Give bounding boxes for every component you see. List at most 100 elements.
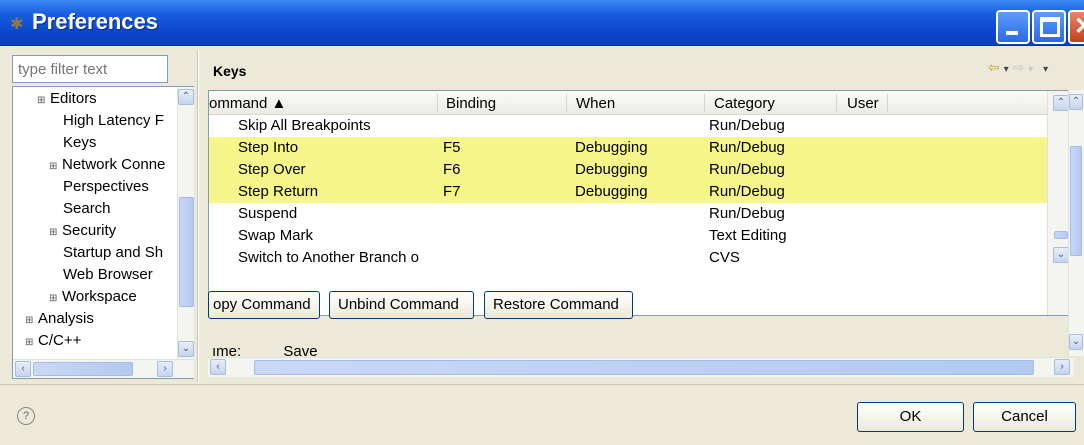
column-header-when[interactable]: When [576, 95, 615, 112]
cell-command: Step Over [238, 161, 306, 178]
forward-menu-icon[interactable]: ▾ [1028, 64, 1033, 75]
tree-item-label: Keys [63, 134, 97, 151]
filter-input[interactable] [12, 55, 168, 83]
cell-when: Debugging [575, 139, 648, 156]
view-menu-icon[interactable]: ▾ [1043, 64, 1048, 75]
minimize-button[interactable] [996, 10, 1030, 44]
scrollbar-thumb[interactable] [179, 197, 194, 307]
tree-item-high-latency[interactable]: High Latency F [63, 112, 173, 134]
panel-divider[interactable] [197, 50, 199, 382]
cell-command: Suspend [238, 205, 298, 222]
tree-item-web-browser[interactable]: Web Browser [63, 266, 153, 288]
forward-arrow-icon[interactable]: ⇨ [1013, 59, 1025, 75]
cell-command: Switch to Another Branch o [238, 249, 419, 266]
scroll-down-button[interactable]: ⌄ [178, 341, 194, 357]
page-horizontal-scrollbar[interactable]: ‹ › [208, 357, 1074, 377]
tree-vertical-scrollbar[interactable]: ⌃ ⌄ [177, 87, 194, 359]
tree-item-label: Startup and Sh [63, 244, 164, 261]
column-separator[interactable] [887, 94, 888, 112]
scroll-left-button[interactable]: ‹ [15, 361, 31, 377]
scrollbar-thumb[interactable] [33, 362, 133, 376]
scroll-up-button[interactable]: ⌃ [178, 89, 194, 105]
tree-item-label: C/C++ [38, 332, 82, 349]
tree-item-label: Web Browser [63, 266, 153, 283]
close-button[interactable]: ✕ [1068, 10, 1084, 44]
column-separator[interactable] [437, 94, 438, 112]
scroll-left-button[interactable]: ‹ [210, 359, 226, 375]
back-arrow-icon[interactable]: ⇦ [988, 59, 1000, 75]
table-row[interactable]: Switch to Another Branch o CVS [209, 247, 1047, 269]
tree-item-cpp[interactable]: ⊞ C/C++ [25, 332, 81, 354]
unbind-command-button[interactable]: Unbind Command [329, 291, 474, 319]
column-header-command[interactable]: ommand ▲ [209, 95, 286, 112]
tree-item-startup[interactable]: Startup and Sh [63, 244, 173, 266]
cell-category: Run/Debug [709, 117, 785, 134]
tree-item-network-connections[interactable]: ⊞ Network Conne [49, 156, 173, 178]
table-header: ommand ▲ Binding When Category User [209, 91, 1073, 115]
scrollbar-thumb[interactable] [1054, 231, 1068, 239]
cell-when: Debugging [575, 183, 648, 200]
expand-icon[interactable]: ⊞ [37, 95, 47, 106]
copy-command-button[interactable]: opy Command [208, 291, 320, 319]
window-title: Preferences [32, 9, 158, 34]
back-menu-icon[interactable]: ▾ [1004, 64, 1009, 75]
expand-icon[interactable]: ⊞ [49, 161, 59, 172]
column-header-binding[interactable]: Binding [446, 95, 496, 112]
table-row[interactable]: Step Return F7 Debugging Run/Debug [209, 181, 1047, 203]
cell-command: Step Return [238, 183, 319, 200]
cell-category: Run/Debug [709, 205, 785, 222]
scroll-down-button[interactable]: ⌄ [1069, 334, 1083, 350]
table-row[interactable]: Skip All Breakpoints Run/Debug [209, 115, 1047, 137]
ok-button[interactable]: OK [857, 402, 964, 432]
tree-item-label: Network Conne [62, 156, 166, 173]
cell-command: Step Into [238, 139, 299, 156]
tree-item-search[interactable]: Search [63, 200, 111, 222]
expand-icon[interactable]: ⊞ [49, 227, 59, 238]
tree-item-workspace[interactable]: ⊞ Workspace [49, 288, 137, 310]
table-row[interactable]: Swap Mark Text Editing [209, 225, 1047, 247]
page-title: Keys [213, 63, 247, 79]
expand-icon[interactable]: ⊞ [25, 337, 35, 348]
expand-icon[interactable]: ⊞ [49, 293, 59, 304]
column-header-user[interactable]: User [847, 95, 879, 112]
tree-item-perspectives[interactable]: Perspectives [63, 178, 149, 200]
tree-item-security[interactable]: ⊞ Security [49, 222, 116, 244]
tree-item-keys[interactable]: Keys [63, 134, 96, 156]
table-row[interactable]: Step Over F6 Debugging Run/Debug [209, 159, 1047, 181]
maximize-icon [1040, 17, 1060, 37]
scroll-up-button[interactable]: ⌃ [1053, 95, 1069, 111]
scroll-down-button[interactable]: ⌄ [1053, 247, 1069, 263]
cell-category: Run/Debug [709, 183, 785, 200]
cell-binding: F6 [443, 161, 461, 178]
left-panel: ⊞Editors High Latency F Keys ⊞Network Co… [0, 50, 197, 383]
history-navigation: ⇦ ▾ ⇨ ▾ ▾ [988, 59, 1048, 76]
scroll-right-button[interactable]: › [1054, 359, 1070, 375]
cancel-button[interactable]: Cancel [973, 402, 1076, 432]
expand-icon[interactable]: ⊞ [25, 315, 35, 326]
tree-item-label: Analysis [38, 310, 94, 327]
maximize-button[interactable] [1032, 10, 1066, 44]
tree-item-label: Search [63, 200, 111, 217]
scrollbar-thumb[interactable] [254, 360, 1034, 375]
preferences-icon: ✱ [10, 16, 24, 33]
column-header-category[interactable]: Category [714, 95, 775, 112]
tree-item-editors[interactable]: ⊞ Editors [37, 90, 97, 112]
scrollbar-thumb[interactable] [1070, 146, 1082, 256]
help-icon[interactable]: ? [17, 407, 35, 425]
dialog-button-bar: ? OK Cancel [0, 384, 1084, 445]
table-row[interactable]: Suspend Run/Debug [209, 203, 1047, 225]
column-separator[interactable] [836, 94, 837, 112]
tree-item-label: Editors [50, 90, 97, 107]
scroll-right-button[interactable]: › [157, 361, 173, 377]
tree-item-label: High Latency F [63, 112, 164, 129]
tree-item-analysis[interactable]: ⊞ Analysis [25, 310, 94, 332]
page-vertical-scrollbar[interactable]: ⌃ ⌄ [1068, 90, 1084, 356]
preferences-tree: ⊞ Editors High Latency F Keys ⊞ Network Co… [12, 86, 194, 379]
column-separator[interactable] [704, 94, 705, 112]
tree-horizontal-scrollbar[interactable]: ‹ › [13, 359, 194, 378]
cell-category: CVS [709, 249, 740, 266]
scroll-up-button[interactable]: ⌃ [1069, 94, 1083, 110]
table-row[interactable]: Step Into F5 Debugging Run/Debug [209, 137, 1047, 159]
column-separator[interactable] [566, 94, 567, 112]
restore-command-button[interactable]: Restore Command [484, 291, 633, 319]
